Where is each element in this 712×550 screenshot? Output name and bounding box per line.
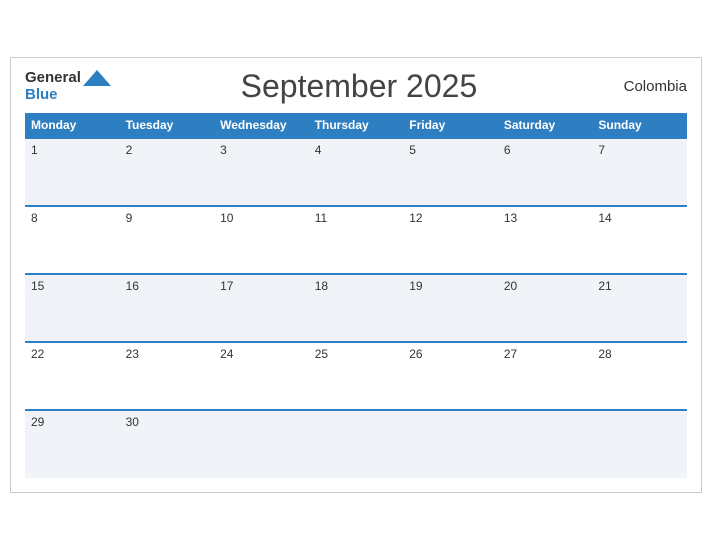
day-number: 16 [126, 279, 139, 293]
logo-blue-text: Blue [25, 87, 58, 104]
calendar-day-cell: 26 [403, 342, 498, 410]
calendar-day-cell: 11 [309, 206, 404, 274]
day-number: 22 [31, 347, 44, 361]
logo: General Blue [25, 70, 111, 103]
calendar-day-cell: 3 [214, 138, 309, 206]
day-number: 1 [31, 143, 38, 157]
day-number: 4 [315, 143, 322, 157]
weekday-header-friday: Friday [403, 113, 498, 138]
day-number: 3 [220, 143, 227, 157]
calendar-day-cell: 14 [592, 206, 687, 274]
calendar-day-cell: 2 [120, 138, 215, 206]
calendar-day-cell: 25 [309, 342, 404, 410]
calendar-day-cell: 12 [403, 206, 498, 274]
day-number: 14 [598, 211, 611, 225]
calendar-week-row: 1 2 3 4 5 6 7 [25, 138, 687, 206]
calendar-day-cell: 4 [309, 138, 404, 206]
day-number: 13 [504, 211, 517, 225]
day-number: 10 [220, 211, 233, 225]
calendar-day-cell: 18 [309, 274, 404, 342]
day-number: 29 [31, 415, 44, 429]
country-label: Colombia [607, 78, 687, 95]
logo-flag-icon [83, 70, 111, 86]
day-number: 18 [315, 279, 328, 293]
calendar-week-row: 15 16 17 18 19 20 21 [25, 274, 687, 342]
logo-general-text: General [25, 70, 81, 87]
calendar-day-cell: 20 [498, 274, 593, 342]
weekday-header-row: MondayTuesdayWednesdayThursdayFridaySatu… [25, 113, 687, 138]
calendar-day-cell: 29 [25, 410, 120, 478]
day-number: 25 [315, 347, 328, 361]
calendar-day-cell: 5 [403, 138, 498, 206]
weekday-header-wednesday: Wednesday [214, 113, 309, 138]
calendar-day-cell: 19 [403, 274, 498, 342]
day-number: 20 [504, 279, 517, 293]
day-number: 26 [409, 347, 422, 361]
day-number: 8 [31, 211, 38, 225]
calendar-day-cell: 7 [592, 138, 687, 206]
calendar-day-cell: 15 [25, 274, 120, 342]
day-number: 28 [598, 347, 611, 361]
calendar-day-cell: 23 [120, 342, 215, 410]
calendar-week-row: 8 9 10 11 12 13 14 [25, 206, 687, 274]
calendar-day-cell: 10 [214, 206, 309, 274]
day-number: 12 [409, 211, 422, 225]
weekday-header-saturday: Saturday [498, 113, 593, 138]
calendar-day-cell [309, 410, 404, 478]
day-number: 17 [220, 279, 233, 293]
day-number: 2 [126, 143, 133, 157]
day-number: 27 [504, 347, 517, 361]
day-number: 23 [126, 347, 139, 361]
calendar-day-cell [498, 410, 593, 478]
day-number: 21 [598, 279, 611, 293]
day-number: 6 [504, 143, 511, 157]
calendar-table: MondayTuesdayWednesdayThursdayFridaySatu… [25, 113, 687, 478]
day-number: 5 [409, 143, 416, 157]
calendar-day-cell [403, 410, 498, 478]
day-number: 11 [315, 211, 327, 225]
weekday-header-thursday: Thursday [309, 113, 404, 138]
calendar-day-cell: 22 [25, 342, 120, 410]
day-number: 15 [31, 279, 44, 293]
weekday-header-tuesday: Tuesday [120, 113, 215, 138]
calendar-day-cell [592, 410, 687, 478]
calendar-day-cell: 28 [592, 342, 687, 410]
day-number: 19 [409, 279, 422, 293]
calendar-week-row: 29 30 [25, 410, 687, 478]
calendar-container: General Blue September 2025 Colombia Mon… [10, 57, 702, 493]
calendar-day-cell: 9 [120, 206, 215, 274]
calendar-day-cell: 24 [214, 342, 309, 410]
calendar-day-cell: 30 [120, 410, 215, 478]
calendar-day-cell: 1 [25, 138, 120, 206]
day-number: 24 [220, 347, 233, 361]
calendar-day-cell: 17 [214, 274, 309, 342]
month-title: September 2025 [111, 68, 607, 105]
day-number: 30 [126, 415, 139, 429]
calendar-week-row: 22 23 24 25 26 27 28 [25, 342, 687, 410]
calendar-day-cell: 8 [25, 206, 120, 274]
calendar-header: General Blue September 2025 Colombia [25, 68, 687, 105]
weekday-header-monday: Monday [25, 113, 120, 138]
day-number: 7 [598, 143, 605, 157]
calendar-day-cell [214, 410, 309, 478]
calendar-day-cell: 13 [498, 206, 593, 274]
calendar-day-cell: 16 [120, 274, 215, 342]
calendar-day-cell: 21 [592, 274, 687, 342]
day-number: 9 [126, 211, 133, 225]
calendar-day-cell: 27 [498, 342, 593, 410]
calendar-day-cell: 6 [498, 138, 593, 206]
weekday-header-sunday: Sunday [592, 113, 687, 138]
